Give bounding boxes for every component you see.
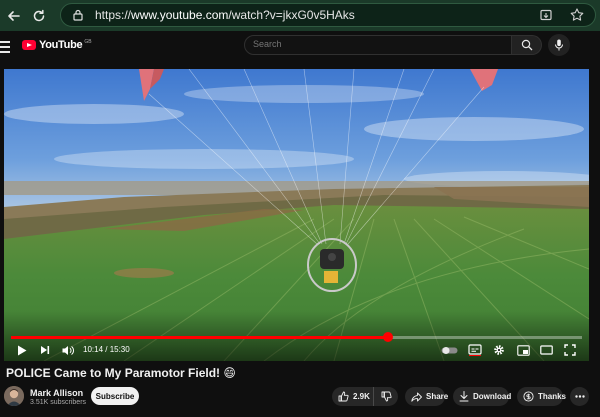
youtube-play-logo-icon — [22, 40, 36, 50]
reload-icon[interactable] — [28, 5, 50, 27]
captions-icon[interactable] — [467, 343, 483, 357]
download-label: Download — [473, 392, 512, 401]
share-button[interactable]: Share — [405, 387, 449, 406]
lock-icon[interactable] — [71, 8, 85, 27]
dislike-button[interactable] — [374, 387, 398, 406]
theater-mode-icon[interactable] — [538, 343, 554, 357]
address-bar[interactable]: https://www.youtube.com/watch?v=jkxG0v5H… — [60, 3, 596, 27]
like-dislike-group: 2.9K — [332, 387, 398, 406]
settings-gear-icon[interactable] — [491, 343, 507, 357]
download-icon — [459, 391, 469, 402]
url-path: /watch?v=jkxG0v5HAks — [228, 8, 355, 22]
url-prefix: https:// — [95, 8, 132, 22]
subscriber-count: 3.51K subscribers — [30, 399, 87, 406]
channel-name[interactable]: Mark Allison — [30, 388, 83, 398]
thumbs-down-icon — [381, 391, 392, 402]
avatar[interactable] — [4, 386, 24, 406]
progress-scrubber[interactable] — [382, 332, 393, 342]
logo-region: GB — [84, 38, 92, 45]
like-count: 2.9K — [353, 392, 370, 401]
video-title: POLICE Came to My Paramotor Field! 😄 — [6, 366, 236, 380]
video-player[interactable]: 10:14 / 15:30 — [4, 69, 589, 361]
progress-played — [11, 336, 388, 339]
thanks-button[interactable]: Thanks — [517, 387, 567, 406]
next-icon[interactable] — [38, 343, 52, 357]
autoplay-toggle-icon[interactable] — [440, 343, 458, 357]
play-icon[interactable] — [15, 343, 29, 357]
subscribe-button[interactable]: Subscribe — [91, 387, 139, 405]
miniplayer-icon[interactable] — [515, 343, 531, 357]
time-display: 10:14 / 15:30 — [83, 345, 130, 354]
url-domain: www.youtube.com — [131, 8, 229, 22]
share-icon — [411, 392, 422, 402]
progress-bar[interactable] — [11, 332, 582, 342]
search-button[interactable] — [512, 35, 542, 55]
thanks-icon — [523, 391, 534, 402]
more-icon — [574, 395, 585, 398]
voice-search-button[interactable] — [548, 34, 570, 56]
browser-toolbar: https://www.youtube.com/watch?v=jkxG0v5H… — [0, 0, 600, 31]
search-input[interactable] — [253, 39, 503, 49]
volume-icon[interactable] — [61, 343, 75, 357]
install-app-icon[interactable] — [539, 8, 553, 27]
menu-icon[interactable] — [0, 41, 12, 53]
mic-icon — [555, 39, 563, 51]
youtube-logo[interactable]: YouTube GB — [22, 39, 92, 51]
logo-text: YouTube — [39, 39, 83, 51]
youtube-header: YouTube GB — [0, 31, 600, 65]
thumbs-up-icon — [338, 391, 349, 402]
download-button[interactable]: Download — [453, 387, 512, 406]
favorite-star-icon[interactable] — [569, 7, 585, 28]
like-button[interactable]: 2.9K — [332, 387, 374, 406]
fullscreen-icon[interactable] — [562, 343, 578, 357]
search-box — [244, 35, 512, 55]
search-icon — [521, 39, 532, 51]
back-arrow-icon[interactable] — [3, 5, 25, 27]
more-actions-button[interactable] — [570, 387, 589, 406]
url-text[interactable]: https://www.youtube.com/watch?v=jkxG0v5H… — [95, 8, 355, 22]
share-label: Share — [426, 392, 449, 401]
thanks-label: Thanks — [538, 392, 567, 401]
